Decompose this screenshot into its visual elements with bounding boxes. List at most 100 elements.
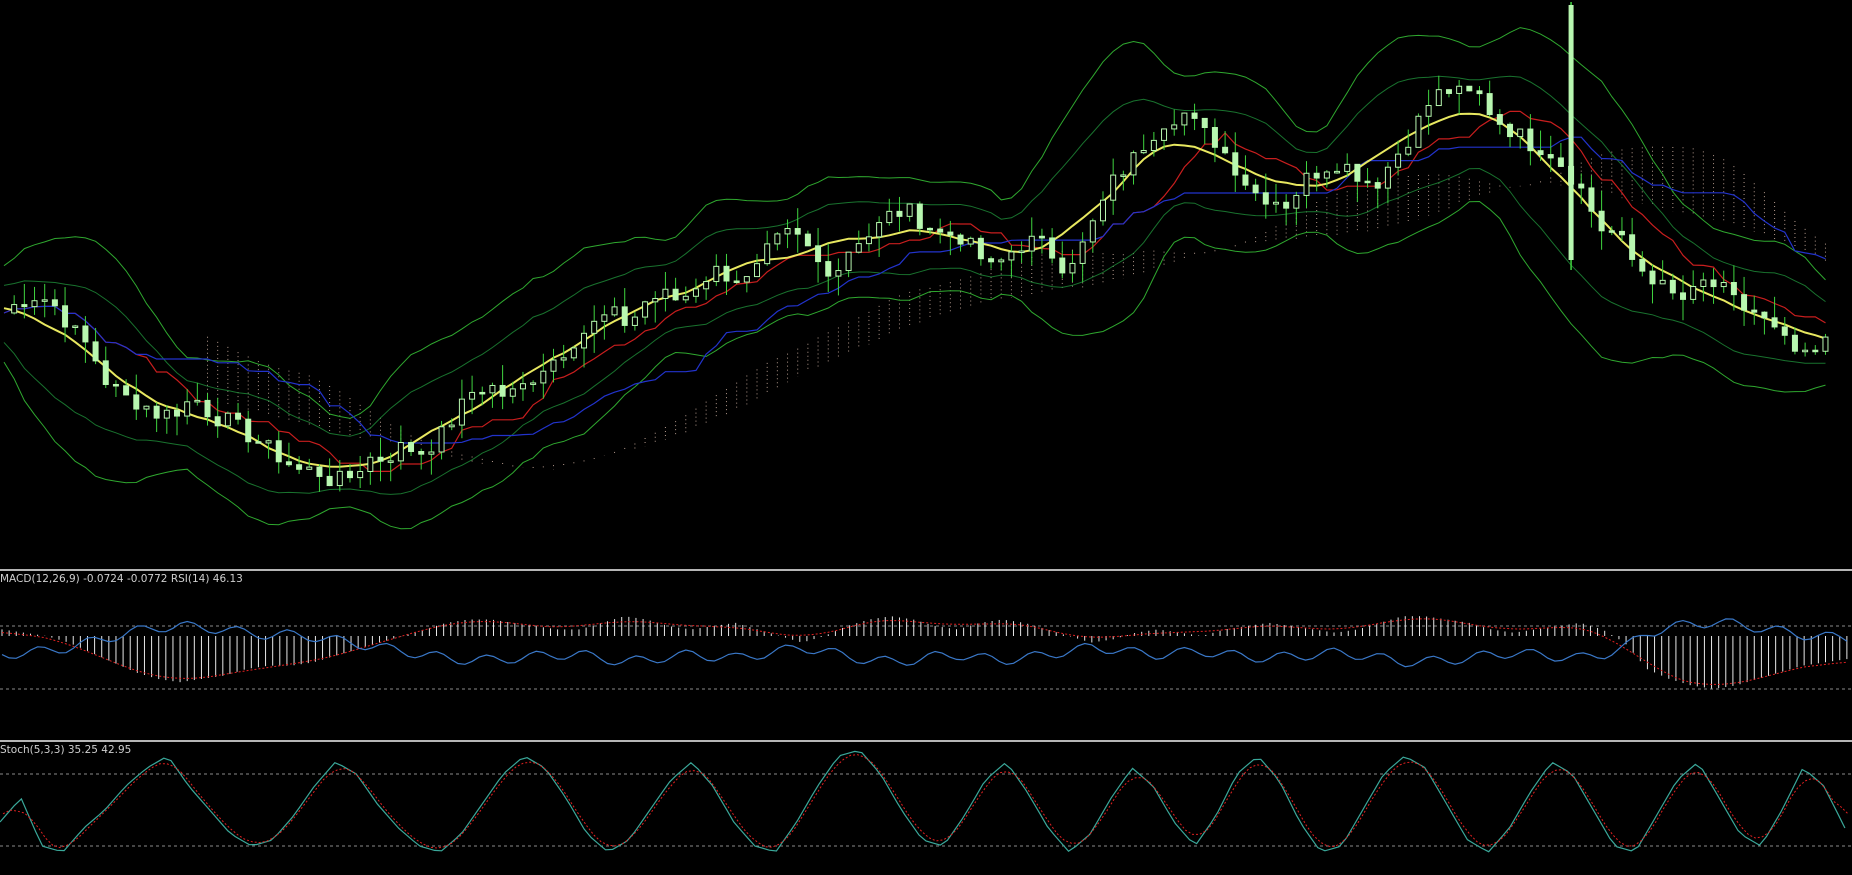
- candle-body: [1222, 146, 1229, 154]
- macd-lines: [1, 618, 1848, 685]
- macd-label: MACD(12,26,9) -0.0724 -0.0772 RSI(14) 46…: [0, 573, 243, 585]
- candle-body: [530, 382, 537, 385]
- candle-body: [235, 412, 242, 420]
- candle-body: [631, 316, 638, 326]
- candle-body: [1435, 89, 1442, 107]
- candle-body: [1700, 279, 1707, 287]
- envelope-upper: [3, 75, 1826, 437]
- candle-body: [1089, 220, 1096, 243]
- price-chart-pane[interactable]: [0, 0, 1852, 570]
- candle-body: [1822, 336, 1829, 352]
- candle-body: [1049, 237, 1056, 259]
- candle-body: [224, 412, 231, 427]
- candle-body: [906, 203, 913, 217]
- candle-body: [1456, 85, 1463, 94]
- candle-body: [662, 288, 669, 299]
- candle-body: [112, 383, 119, 387]
- candle-body: [977, 237, 984, 260]
- candle-body: [581, 332, 588, 349]
- candle-body: [21, 304, 28, 308]
- candle-body: [41, 299, 48, 302]
- candle-body: [682, 295, 689, 301]
- candle-body: [1323, 171, 1330, 179]
- candle-body: [346, 470, 353, 479]
- candle-body: [1211, 127, 1218, 148]
- candle-body: [1313, 172, 1320, 179]
- candle-body: [204, 399, 211, 418]
- candle-body: [1120, 174, 1127, 177]
- candle-body: [519, 383, 526, 390]
- candle-body: [601, 314, 608, 322]
- candle-body: [1557, 157, 1564, 167]
- candle-body: [652, 297, 659, 303]
- candle-body: [143, 405, 150, 410]
- candle-body: [896, 210, 903, 217]
- candle-body: [1293, 194, 1300, 209]
- candle-body: [1150, 139, 1157, 151]
- candle-body: [316, 466, 323, 477]
- macd-pane[interactable]: MACD(12,26,9) -0.0724 -0.0772 RSI(14) 46…: [0, 571, 1852, 741]
- candle-body: [1608, 230, 1615, 233]
- stoch-label: Stoch(5,3,3) 35.25 42.95: [0, 744, 132, 756]
- candle-body: [51, 299, 58, 307]
- candle-body: [1303, 172, 1310, 196]
- candle-body: [723, 265, 730, 282]
- candle-body: [957, 234, 964, 245]
- stoch-pane[interactable]: Stoch(5,3,3) 35.25 42.95: [0, 742, 1852, 875]
- stoch-chart[interactable]: [0, 742, 1852, 875]
- candle-body: [1771, 317, 1778, 328]
- candle-body: [275, 440, 282, 463]
- candle-body: [621, 306, 628, 326]
- candle-body: [1568, 5, 1574, 260]
- candle-body: [214, 416, 221, 427]
- candle-body: [1354, 163, 1361, 182]
- candle-body: [387, 460, 394, 463]
- candle-body: [1008, 251, 1015, 261]
- candle-body: [1690, 285, 1697, 300]
- candle-body: [163, 409, 170, 419]
- candle-body: [1181, 112, 1188, 126]
- candle-body: [306, 466, 313, 470]
- candle-body: [774, 233, 781, 245]
- candle-body: [1547, 154, 1554, 159]
- candle-body: [1395, 153, 1402, 168]
- candle-body: [998, 259, 1005, 263]
- candle-body: [1099, 199, 1106, 222]
- candle-body: [1669, 279, 1676, 294]
- candle-body: [1079, 241, 1086, 264]
- candle-body: [1486, 93, 1493, 116]
- candle-body: [1537, 150, 1544, 156]
- candle-body: [326, 475, 333, 487]
- candle-body: [713, 265, 720, 283]
- candle-body: [1680, 292, 1687, 300]
- candle-body: [815, 245, 822, 263]
- candle-body: [865, 236, 872, 245]
- candle-body: [72, 325, 79, 328]
- macd-histogram: [1, 616, 1848, 689]
- candle-body: [611, 306, 618, 316]
- candle-body: [489, 384, 496, 394]
- candle-body: [1720, 282, 1727, 288]
- candle-body: [357, 470, 364, 479]
- macd-chart[interactable]: [0, 571, 1852, 741]
- candle-body: [1018, 250, 1025, 254]
- candle-body: [173, 409, 180, 417]
- candle-body: [825, 261, 832, 277]
- stoch-levels: [0, 773, 1852, 847]
- candle-body: [1171, 124, 1178, 130]
- candle-body: [1191, 112, 1198, 119]
- price-chart[interactable]: [0, 0, 1852, 570]
- candle-body: [876, 222, 883, 238]
- candle-body: [1781, 326, 1788, 336]
- candle-body: [367, 456, 374, 472]
- candle-body: [1110, 174, 1117, 201]
- candle-body: [570, 347, 577, 359]
- candle-body: [1232, 152, 1239, 176]
- candle-body: [540, 370, 547, 384]
- candle-body: [1445, 89, 1452, 94]
- candle-body: [469, 391, 476, 400]
- candle-body: [743, 276, 750, 283]
- candle-body: [397, 442, 404, 462]
- candle-body: [62, 305, 69, 328]
- candle-body: [1344, 163, 1351, 172]
